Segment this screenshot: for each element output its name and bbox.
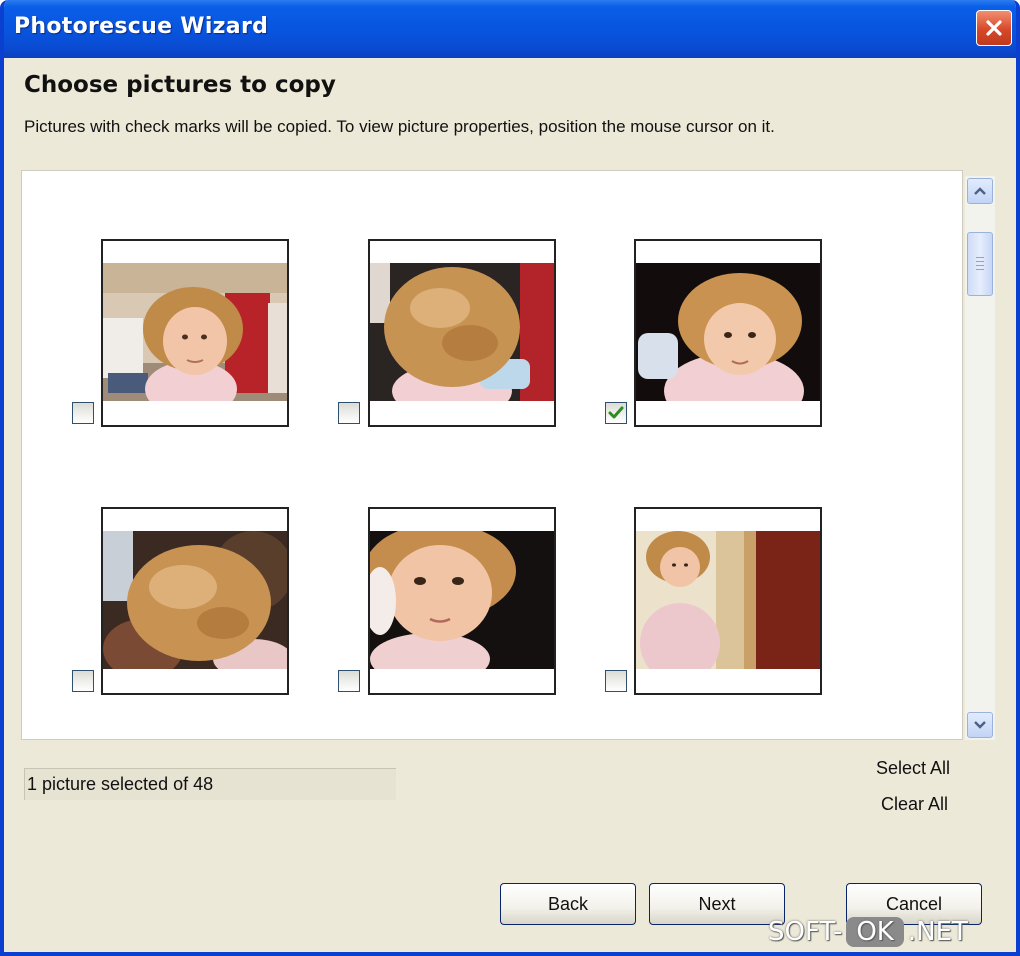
photo-child-image	[370, 263, 554, 401]
picture-thumbnail[interactable]	[634, 239, 822, 427]
picture-gallery	[21, 170, 963, 740]
scroll-up-button[interactable]	[967, 178, 993, 204]
back-button[interactable]: Back	[500, 883, 636, 925]
photo-child-image	[370, 531, 554, 669]
picture-checkbox[interactable]	[72, 402, 94, 424]
watermark-text-right: .NET	[907, 917, 968, 947]
select-all-link[interactable]: Select All	[876, 758, 950, 779]
picture-checkbox[interactable]	[605, 670, 627, 692]
picture-checkbox[interactable]	[338, 670, 360, 692]
picture-checkbox[interactable]	[605, 402, 627, 424]
picture-thumbnail[interactable]	[368, 239, 556, 427]
photo-child-image	[103, 263, 287, 401]
picture-thumbnail[interactable]	[368, 507, 556, 695]
gallery-scrollbar[interactable]	[965, 176, 995, 740]
clear-all-link[interactable]: Clear All	[881, 794, 948, 815]
watermark-text-middle: OK	[846, 917, 904, 947]
wizard-window: Photorescue Wizard Choose pictures to co…	[0, 0, 1020, 956]
page-instructions: Pictures with check marks will be copied…	[24, 117, 775, 136]
title-bar[interactable]: Photorescue Wizard	[4, 0, 1016, 58]
photo-child-image	[636, 531, 820, 669]
picture-thumbnail[interactable]	[101, 239, 289, 427]
selection-status-text: 1 picture selected of 48	[27, 774, 214, 794]
picture-checkbox[interactable]	[338, 402, 360, 424]
picture-thumbnail[interactable]	[101, 507, 289, 695]
watermark-logo: SOFT- OK .NET	[768, 912, 968, 952]
check-mark-icon	[608, 406, 624, 419]
photo-child-image	[103, 531, 287, 669]
photo-child-image	[636, 263, 820, 401]
close-icon	[986, 20, 1002, 36]
scroll-thumb[interactable]	[967, 232, 993, 296]
chevron-up-icon	[974, 187, 986, 195]
picture-checkbox[interactable]	[72, 670, 94, 692]
window-title: Photorescue Wizard	[14, 14, 269, 39]
next-button[interactable]: Next	[649, 883, 785, 925]
chevron-down-icon	[974, 721, 986, 729]
picture-thumbnail[interactable]	[634, 507, 822, 695]
page-heading: Choose pictures to copy	[24, 72, 336, 98]
close-button[interactable]	[976, 10, 1012, 46]
scroll-down-button[interactable]	[967, 712, 993, 738]
selection-status: 1 picture selected of 48	[24, 768, 396, 800]
watermark-text-left: SOFT-	[768, 917, 843, 947]
